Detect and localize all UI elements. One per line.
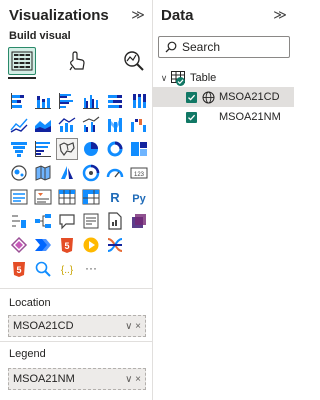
- qa-icon[interactable]: [56, 210, 78, 232]
- gauge-icon[interactable]: [80, 162, 102, 184]
- field-row-msoa21cd[interactable]: MSOA21CD: [153, 87, 294, 107]
- filled-map-icon[interactable]: [32, 162, 54, 184]
- data-title: Data: [161, 6, 194, 24]
- 100-stacked-bar-chart-icon[interactable]: [104, 90, 126, 112]
- search-placeholder: Search: [182, 40, 221, 54]
- table-icon[interactable]: [56, 186, 78, 208]
- search-icon: [165, 41, 177, 53]
- slicer-icon[interactable]: [32, 186, 54, 208]
- svg-text:5: 5: [16, 265, 21, 275]
- pie-chart-icon[interactable]: [80, 138, 102, 160]
- shape-map-icon[interactable]: [56, 138, 78, 160]
- table-node[interactable]: ∨ Table: [153, 68, 294, 88]
- stacked-area-chart-icon[interactable]: [32, 114, 54, 136]
- analytics-tab-icon[interactable]: [120, 47, 148, 75]
- divider: [0, 341, 153, 342]
- active-tab-indicator: [8, 77, 36, 79]
- sankey-icon[interactable]: [80, 234, 102, 256]
- location-field-controls[interactable]: ∨ ×: [125, 321, 141, 332]
- field-name: MSOA21CD: [219, 91, 280, 103]
- funnel-chart-icon[interactable]: [8, 138, 30, 160]
- map-icon[interactable]: [8, 162, 30, 184]
- treemap-icon[interactable]: [128, 138, 150, 160]
- kpi-icon[interactable]: [8, 186, 30, 208]
- build-tabs: [8, 46, 148, 76]
- smart-narrative-icon[interactable]: [80, 210, 102, 232]
- location-well-label: Location: [9, 297, 51, 309]
- stacked-bar-chart-icon[interactable]: [8, 90, 30, 112]
- html-content-icon[interactable]: [32, 234, 54, 256]
- decomposition-tree-icon[interactable]: [32, 210, 54, 232]
- data-header: Data ≫: [161, 4, 288, 26]
- multi-row-card-icon[interactable]: 123: [128, 162, 150, 184]
- collapse-data-button[interactable]: ≫: [272, 7, 288, 23]
- field-row-msoa21nm[interactable]: MSOA21NM: [153, 107, 294, 127]
- key-influencers-icon[interactable]: [8, 210, 30, 232]
- card-icon[interactable]: [104, 162, 126, 184]
- chevron-down-icon[interactable]: ∨: [159, 73, 169, 84]
- format-visual-tab-icon[interactable]: [64, 47, 92, 75]
- more-visuals-slot-icon: [128, 234, 150, 256]
- power-automate-icon[interactable]: [8, 234, 30, 256]
- more-visuals-icon[interactable]: ···: [80, 258, 102, 280]
- visualizations-pane: Visualizations ≫ Build visual 123 R Py 5…: [0, 0, 153, 400]
- stacked-column-chart-icon[interactable]: [32, 90, 54, 112]
- collapse-visualizations-button[interactable]: ≫: [130, 7, 146, 23]
- scatter-chart-icon[interactable]: [32, 138, 54, 160]
- play-axis-icon[interactable]: 5: [56, 234, 78, 256]
- paginated-report-icon[interactable]: [104, 210, 126, 232]
- html5-visual-icon[interactable]: 5: [8, 258, 30, 280]
- data-pane: Data ≫ Search ∨ Table MSOA21CD MSOA21NM: [153, 0, 294, 400]
- legend-field[interactable]: MSOA21NM ∨ ×: [8, 368, 146, 390]
- legend-well-label: Legend: [9, 348, 46, 360]
- svg-text:Py: Py: [132, 193, 146, 205]
- visual-types-grid: 123 R Py 5 5 {..} ···: [8, 90, 150, 280]
- globe-icon: [202, 91, 215, 103]
- visualizations-title: Visualizations: [9, 6, 109, 24]
- divider: [0, 288, 153, 289]
- ribbon-chart-icon[interactable]: [104, 114, 126, 136]
- azure-map-icon[interactable]: [56, 162, 78, 184]
- line-chart-icon[interactable]: [8, 114, 30, 136]
- html5-icon[interactable]: [104, 234, 126, 256]
- matrix-icon[interactable]: [80, 186, 102, 208]
- waterfall-chart-icon[interactable]: [128, 114, 150, 136]
- clustered-column-chart-icon[interactable]: [80, 90, 102, 112]
- search-input[interactable]: Search: [158, 36, 290, 58]
- legend-field-controls[interactable]: ∨ ×: [125, 374, 141, 385]
- build-visual-label: Build visual: [9, 30, 71, 42]
- line-and-clustered-column-icon[interactable]: [80, 114, 102, 136]
- check-badge-icon: [176, 77, 185, 86]
- svg-text:R: R: [110, 190, 120, 205]
- r-script-visual-icon[interactable]: R: [104, 186, 126, 208]
- location-field-value: MSOA21CD: [13, 320, 74, 332]
- line-and-stacked-column-icon[interactable]: [56, 114, 78, 136]
- python-visual-icon[interactable]: Py: [128, 186, 150, 208]
- donut-chart-icon[interactable]: [104, 138, 126, 160]
- checkbox-checked-icon[interactable]: [186, 111, 197, 123]
- search-icon[interactable]: [32, 258, 54, 280]
- svg-text:···: ···: [85, 261, 97, 275]
- custom-visual-icon[interactable]: {..}: [56, 258, 78, 280]
- field-name: MSOA21NM: [219, 111, 281, 123]
- svg-text:{..}: {..}: [61, 265, 74, 276]
- power-apps-icon[interactable]: [128, 210, 150, 232]
- 100-stacked-column-chart-icon[interactable]: [128, 90, 150, 112]
- table-icon: [171, 71, 187, 86]
- svg-text:123: 123: [134, 172, 145, 178]
- location-field[interactable]: MSOA21CD ∨ ×: [8, 315, 146, 337]
- clustered-bar-chart-icon[interactable]: [56, 90, 78, 112]
- checkbox-checked-icon[interactable]: [186, 91, 197, 103]
- visualizations-header: Visualizations ≫: [9, 4, 146, 26]
- build-visual-tab-icon[interactable]: [8, 47, 36, 75]
- table-name: Table: [190, 72, 217, 84]
- svg-text:5: 5: [64, 241, 69, 251]
- legend-field-value: MSOA21NM: [13, 373, 75, 385]
